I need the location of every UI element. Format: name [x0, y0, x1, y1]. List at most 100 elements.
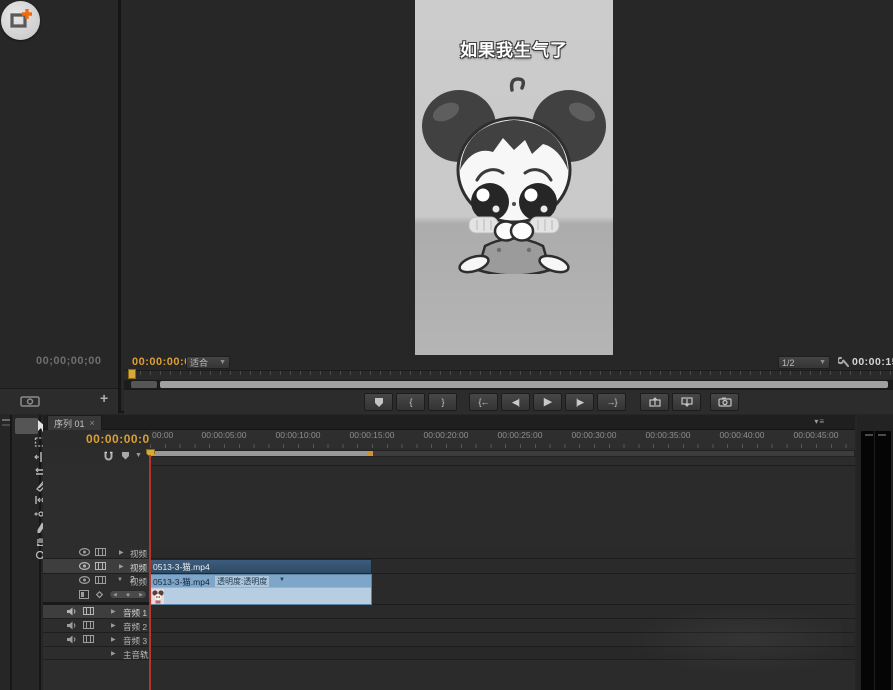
- twirl-icon[interactable]: ▼: [117, 577, 123, 583]
- program-scrollbar[interactable]: [124, 380, 893, 389]
- set-display-style-icon[interactable]: [79, 590, 89, 599]
- effect-caret-icon[interactable]: ▼: [279, 577, 285, 583]
- ruler-tick: 00:00:25:00: [490, 430, 550, 440]
- playhead-line[interactable]: [149, 455, 151, 690]
- scrollbar-thumb[interactable]: [160, 381, 888, 388]
- ruler-tick: 00:00:45:00: [786, 430, 846, 440]
- ruler-tick: 00:00:15:00: [342, 430, 402, 440]
- workarea-bar[interactable]: [151, 451, 373, 456]
- track-header-video-2[interactable]: ▶ 视频 2: [43, 559, 149, 574]
- mark-in-button[interactable]: {: [396, 393, 425, 411]
- extract-button[interactable]: [672, 393, 701, 411]
- meter-divider: [874, 431, 875, 690]
- play-button[interactable]: ▶: [533, 393, 562, 411]
- meter-tick: [865, 434, 873, 436]
- sync-lock-icon[interactable]: [83, 635, 94, 643]
- snap-magnet-icon[interactable]: [103, 451, 114, 462]
- twirl-icon[interactable]: ▶: [111, 622, 116, 629]
- panel-menu-icon[interactable]: ▾≡: [814, 417, 825, 426]
- scrollbar-left-cap[interactable]: [131, 381, 157, 388]
- ruler-tick: 00:00:35:00: [638, 430, 698, 440]
- cartoon-girl-illustration: [419, 76, 609, 274]
- tab-sequence-01[interactable]: 序列 01 ×: [47, 415, 102, 430]
- track-header-master[interactable]: ▶ 主音轨 ◂▸: [43, 647, 149, 660]
- program-playhead-grip[interactable]: [128, 369, 136, 379]
- export-frame-icon[interactable]: [20, 395, 40, 407]
- sync-lock-icon[interactable]: [95, 576, 106, 584]
- audio-meter: [861, 431, 891, 690]
- toggle-track-audio-icon[interactable]: [67, 635, 76, 644]
- go-to-in-button[interactable]: {←: [469, 393, 498, 411]
- set-marker-icon[interactable]: [121, 452, 130, 460]
- sync-lock-icon[interactable]: [83, 621, 94, 629]
- timeline-ruler[interactable]: 00:00 00:00:05:00 00:00:10:00 00:00:15:0…: [150, 430, 855, 449]
- twirl-icon[interactable]: ▶: [111, 650, 116, 657]
- meter-tick: [878, 434, 886, 436]
- workarea-track[interactable]: [150, 450, 855, 457]
- program-mini-ruler[interactable]: [124, 370, 893, 379]
- track-video-1-controls: ◀ ◆ ▶: [43, 588, 149, 602]
- track-label: 音频 2: [123, 621, 147, 633]
- panel-grip: [2, 424, 10, 426]
- sync-lock-icon[interactable]: [95, 562, 106, 570]
- workarea-row: ▼: [43, 448, 855, 466]
- sync-lock-icon[interactable]: [95, 548, 106, 556]
- track-header-audio-1[interactable]: ▶ 音频 1: [43, 605, 149, 619]
- track-label: 音频 3: [123, 635, 147, 647]
- twirl-icon[interactable]: ▶: [111, 636, 116, 643]
- next-keyframe-icon[interactable]: ▶: [139, 592, 143, 598]
- export-frame-button[interactable]: [710, 393, 739, 411]
- toggle-track-audio-icon[interactable]: [67, 607, 76, 616]
- screen-capture-overlay-icon[interactable]: [1, 1, 40, 40]
- track-header-video-3[interactable]: ▶ 视频 3: [43, 546, 149, 559]
- prev-keyframe-icon[interactable]: ◀: [113, 592, 117, 598]
- clip-video-1[interactable]: 0513-3-猫.mp4 透明度:透明度 ▼: [150, 574, 372, 605]
- go-to-out-button[interactable]: →}: [597, 393, 626, 411]
- program-timecode-duration: 00:00:15:00: [852, 356, 893, 368]
- settings-wrench-icon[interactable]: [838, 355, 850, 368]
- add-marker-button[interactable]: [364, 393, 393, 411]
- timeline-tabbar: 序列 01 × ▾≡: [43, 415, 855, 430]
- track-label: 音频 1: [123, 607, 147, 619]
- lift-button[interactable]: [640, 393, 669, 411]
- master-meter-toggle-icon[interactable]: ◂▸: [143, 649, 147, 656]
- ruler-tick: 00:00:20:00: [416, 430, 476, 440]
- chevron-down-icon: ▼: [219, 359, 226, 366]
- workarea-end-handle[interactable]: [368, 451, 373, 456]
- zoom-level-select[interactable]: 适合▼: [186, 356, 230, 369]
- toggle-track-output-icon[interactable]: [79, 548, 90, 556]
- toggle-track-audio-icon[interactable]: [67, 621, 76, 630]
- add-keyframe-icon[interactable]: ◆: [126, 592, 130, 598]
- keyframe-navigator[interactable]: ◀ ◆ ▶: [109, 590, 147, 599]
- lane-video-3[interactable]: [150, 546, 855, 559]
- chevron-down-icon: ▼: [819, 359, 826, 366]
- mark-out-button[interactable]: }: [428, 393, 457, 411]
- program-video-frame: 如果我生气了: [415, 0, 613, 355]
- toggle-track-output-icon[interactable]: [79, 576, 90, 584]
- track-header-audio-2[interactable]: ▶ 音频 2: [43, 619, 149, 633]
- playback-resolution-select[interactable]: 1/2▼: [778, 356, 830, 369]
- twirl-icon[interactable]: ▶: [119, 549, 124, 556]
- show-keyframes-icon[interactable]: [95, 590, 104, 599]
- opacity-rubber-band[interactable]: [151, 587, 372, 588]
- clip-effect-label[interactable]: 透明度:透明度: [215, 576, 269, 587]
- monitor-section: 00;00;00;00 + 如果我生气了: [0, 0, 893, 413]
- track-header-audio-3[interactable]: ▶ 音频 3: [43, 633, 149, 647]
- step-forward-button[interactable]: |▶: [565, 393, 594, 411]
- ruler-tick: 00:00: [152, 430, 173, 440]
- clip-thumbnail: [152, 589, 164, 604]
- left-edge-strip: [0, 415, 12, 690]
- timeline-timecode[interactable]: 00:00:00:00: [86, 432, 157, 446]
- sync-lock-icon[interactable]: [83, 607, 94, 615]
- clip-video-2[interactable]: 0513-3-猫.mp4: [150, 559, 372, 574]
- ruler-tick: 00:00:40:00: [712, 430, 772, 440]
- toggle-track-output-icon[interactable]: [79, 562, 90, 570]
- marker-menu-caret-icon[interactable]: ▼: [135, 452, 142, 459]
- track-header-video-1[interactable]: ▼ 视频 1: [43, 574, 149, 588]
- step-back-button[interactable]: ◀|: [501, 393, 530, 411]
- twirl-icon[interactable]: ▶: [119, 563, 124, 570]
- twirl-icon[interactable]: ▶: [111, 608, 116, 615]
- tab-close-icon[interactable]: ×: [90, 418, 95, 428]
- add-button[interactable]: +: [100, 390, 108, 406]
- watermark: [603, 600, 843, 680]
